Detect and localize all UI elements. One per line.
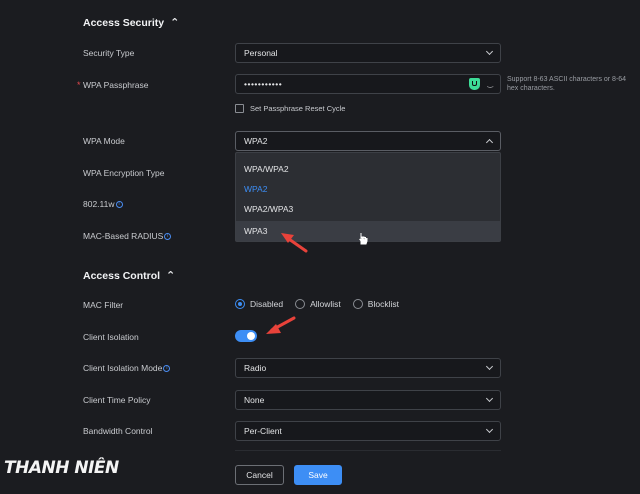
settings-panel: Access Security ⌃ Security Type Personal… bbox=[0, 0, 640, 494]
hand-cursor-icon bbox=[359, 233, 368, 245]
arrow-annotation-wpa3 bbox=[281, 233, 308, 253]
annotation-arrows bbox=[266, 233, 308, 334]
arrow-annotation-toggle bbox=[266, 316, 296, 334]
